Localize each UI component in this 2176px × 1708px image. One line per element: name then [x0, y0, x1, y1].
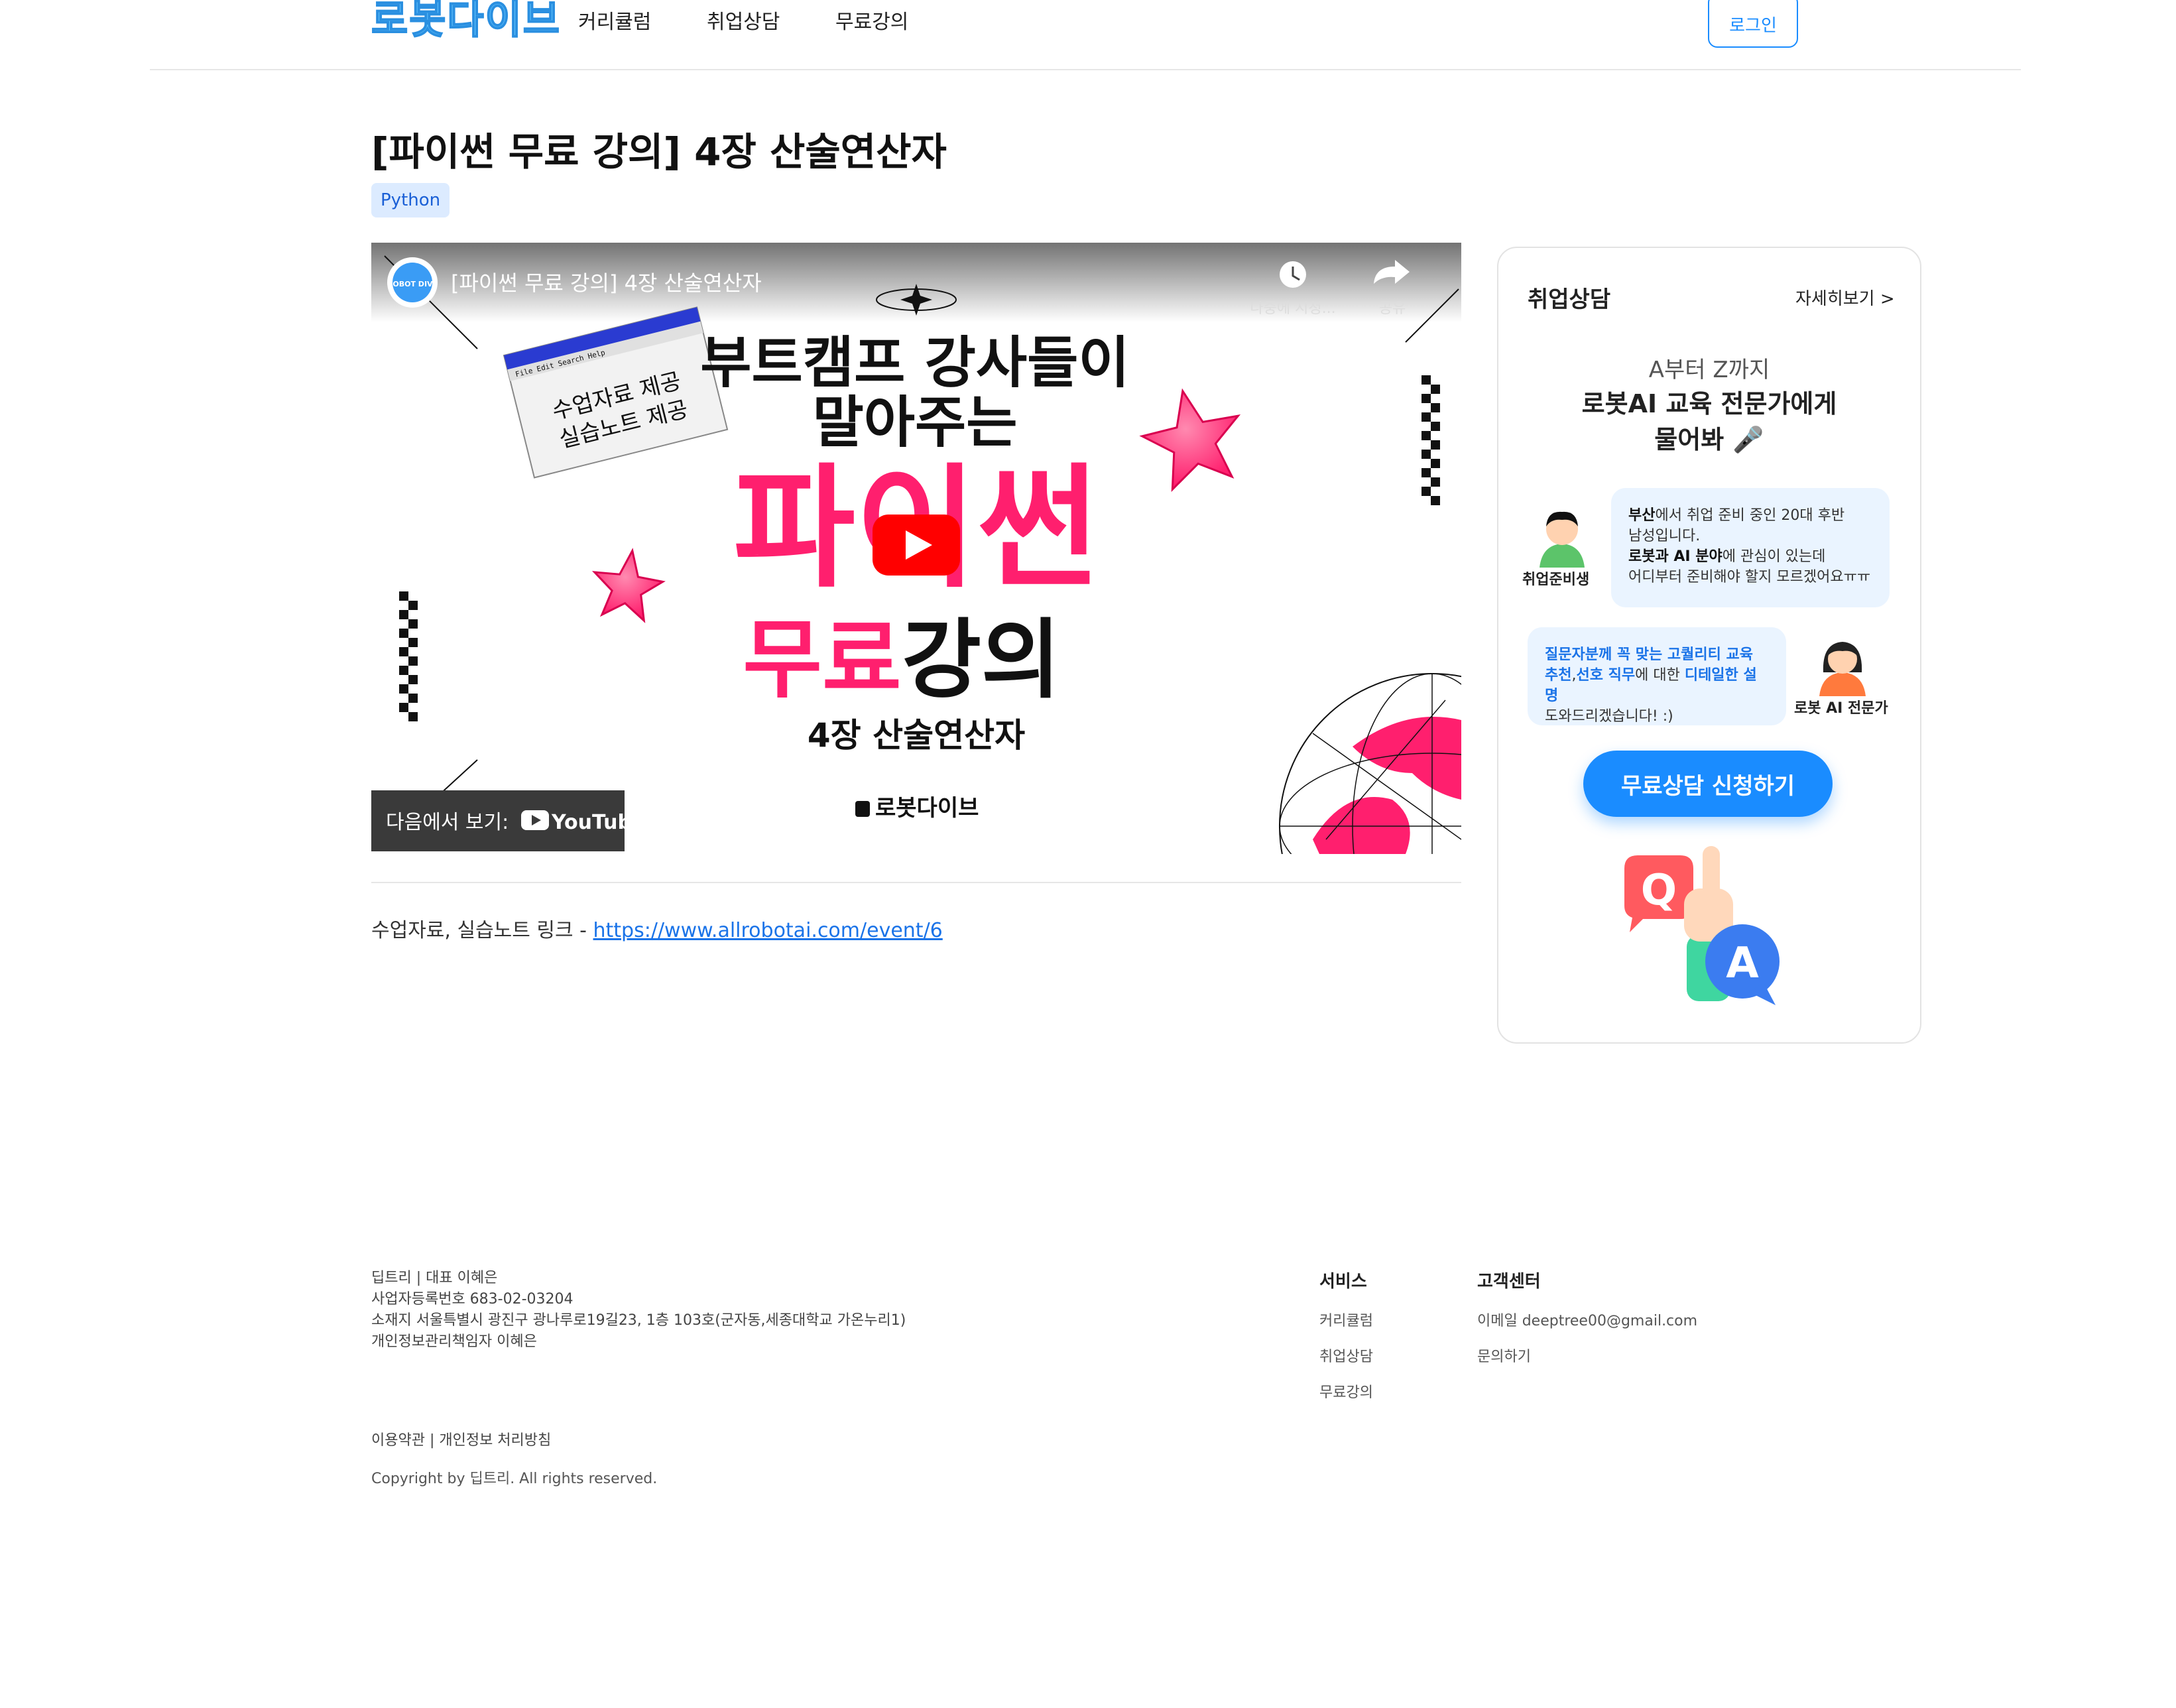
- q-text-3: 에 관심이 있는데: [1722, 548, 1826, 565]
- qa-illustration: Q A: [1624, 846, 1780, 1005]
- page-title: [파이썬 무료 강의] 4장 산술연산자: [371, 129, 947, 174]
- footer-link-curriculum[interactable]: 커리큘럼: [1319, 1309, 1373, 1330]
- video-thumbnail: File Edit Search Help 수업자료 제공 실습노트 제공 부트…: [371, 243, 1461, 854]
- footer-email[interactable]: 이메일 deeptree00@gmail.com: [1477, 1309, 1697, 1330]
- footer-legal-links[interactable]: 이용약관 | 개인정보 처리방침: [371, 1428, 551, 1449]
- consult-title: 취업상담: [1528, 286, 1611, 313]
- video-player[interactable]: File Edit Search Help 수업자료 제공 실습노트 제공 부트…: [371, 243, 1461, 854]
- footer-info-line: 개인정보관리책임자 이혜은: [371, 1333, 537, 1350]
- thumb-brand: 로봇다이브: [875, 795, 979, 822]
- free-consult-button[interactable]: 무료상담 신청하기: [1583, 751, 1833, 817]
- play-button-icon: [873, 515, 960, 576]
- a-text-2: 에 대한: [1635, 667, 1685, 684]
- q-text-4: 어디부터 준비해야 할지 모르겠어요ㅠㅠ: [1628, 569, 1871, 585]
- answer-bubble: 질문자분께 꼭 맞는 고퀄리티 교육 추천,선호 직무에 대한 디테일한 설명 …: [1528, 627, 1786, 725]
- q-bubble-icon: Q: [1624, 855, 1693, 932]
- a-highlight-2: 선호 직무: [1576, 667, 1636, 684]
- footer-copyright: Copyright by 딥트리. All rights reserved.: [371, 1471, 658, 1487]
- footer-services-title: 서비스: [1319, 1272, 1367, 1292]
- description-text: 수업자료, 실습노트 링크 -: [371, 919, 593, 942]
- student-avatar-icon: [1540, 511, 1585, 568]
- channel-badge: ROBOT DIVE: [387, 280, 438, 288]
- youtube-wordmark: YouTube: [551, 811, 645, 834]
- q-highlight-1: 부산: [1628, 507, 1656, 524]
- q-highlight-2: 로봇과 AI 분야: [1628, 548, 1723, 565]
- qa-q-letter: Q: [1641, 866, 1677, 915]
- nav-free-lectures[interactable]: 무료강의: [835, 8, 908, 37]
- thumb-big-free: 무료: [743, 609, 901, 710]
- q-text-2: 남성입니다.: [1628, 528, 1701, 544]
- footer-company-info: 딥트리 | 대표 이혜은 사업자등록번호 683-02-03204 소재지 서울…: [371, 1268, 906, 1353]
- content-divider: [371, 882, 1461, 883]
- materials-link[interactable]: https://www.allrobotai.com/event/6: [593, 919, 943, 942]
- login-button[interactable]: 로그인: [1708, 0, 1798, 48]
- logo[interactable]: 로봇다이브: [371, 0, 561, 46]
- clock-icon: [1280, 261, 1306, 288]
- q-text-1: 에서 취업 준비 중인 20대 후반: [1655, 507, 1845, 524]
- qa-a-letter: A: [1726, 939, 1759, 988]
- consult-subtitle: A부터 Z까지: [1648, 357, 1770, 383]
- question-bubble: 부산에서 취업 준비 중인 20대 후반 남성입니다. 로봇과 AI 분야에 관…: [1611, 488, 1890, 607]
- student-label: 취업준비생: [1522, 572, 1590, 588]
- category-tag[interactable]: Python: [371, 183, 450, 217]
- footer-info-line: 소재지 서울특별시 광진구 광나루로19길23, 1층 103호(군자동,세종대…: [371, 1312, 906, 1329]
- consult-headline-2: 물어봐 🎤: [1654, 425, 1764, 454]
- consult-more-link[interactable]: 자세히보기 >: [1795, 285, 1895, 310]
- thumb-big-lecture: 강의: [902, 609, 1060, 710]
- nav-consulting[interactable]: 취업상담: [707, 8, 780, 37]
- consult-headline-1: 로봇AI 교육 전문가에게: [1581, 389, 1837, 418]
- footer-link-free-lectures[interactable]: 무료강의: [1319, 1380, 1373, 1402]
- footer-link-consulting[interactable]: 취업상담: [1319, 1345, 1373, 1366]
- thumb-headline-1: 부트캠프 강사들이: [700, 330, 1130, 395]
- footer-support-title: 고객센터: [1477, 1272, 1541, 1292]
- video-description: 수업자료, 실습노트 링크 - https://www.allrobotai.c…: [371, 914, 943, 943]
- footer-info-line: 사업자등록번호 683-02-03204: [371, 1291, 574, 1308]
- watch-on-label: 다음에서 보기:: [386, 811, 509, 834]
- expert-label: 로봇 AI 전문가: [1794, 700, 1888, 717]
- a-text-1: 질문자분께 꼭 맞는 고퀄리티 교육: [1545, 646, 1753, 663]
- footer-info-line: 딥트리 | 대표 이혜은: [371, 1270, 498, 1286]
- robot-icon: [855, 801, 870, 817]
- expert-avatar-icon: [1819, 642, 1866, 696]
- thumb-chapter: 4장 산술연산자: [808, 716, 1025, 755]
- header-divider: [150, 69, 2021, 70]
- share-label: 공유: [1379, 300, 1406, 317]
- thumb-headline-2: 말아주는: [812, 390, 1017, 455]
- consult-headline: 로봇AI 교육 전문가에게 물어봐 🎤: [1497, 386, 1921, 457]
- watch-later-label: 나중에 시청...: [1250, 300, 1335, 317]
- a-text-3: 도와드리겠습니다! :): [1545, 708, 1673, 725]
- footer-inquiry-link[interactable]: 문의하기: [1477, 1345, 1531, 1366]
- nav-curriculum[interactable]: 커리큘럼: [578, 8, 651, 37]
- video-title: [파이썬 무료 강의] 4장 산술연산자: [451, 271, 762, 296]
- a-highlight-1: 추천: [1545, 667, 1572, 684]
